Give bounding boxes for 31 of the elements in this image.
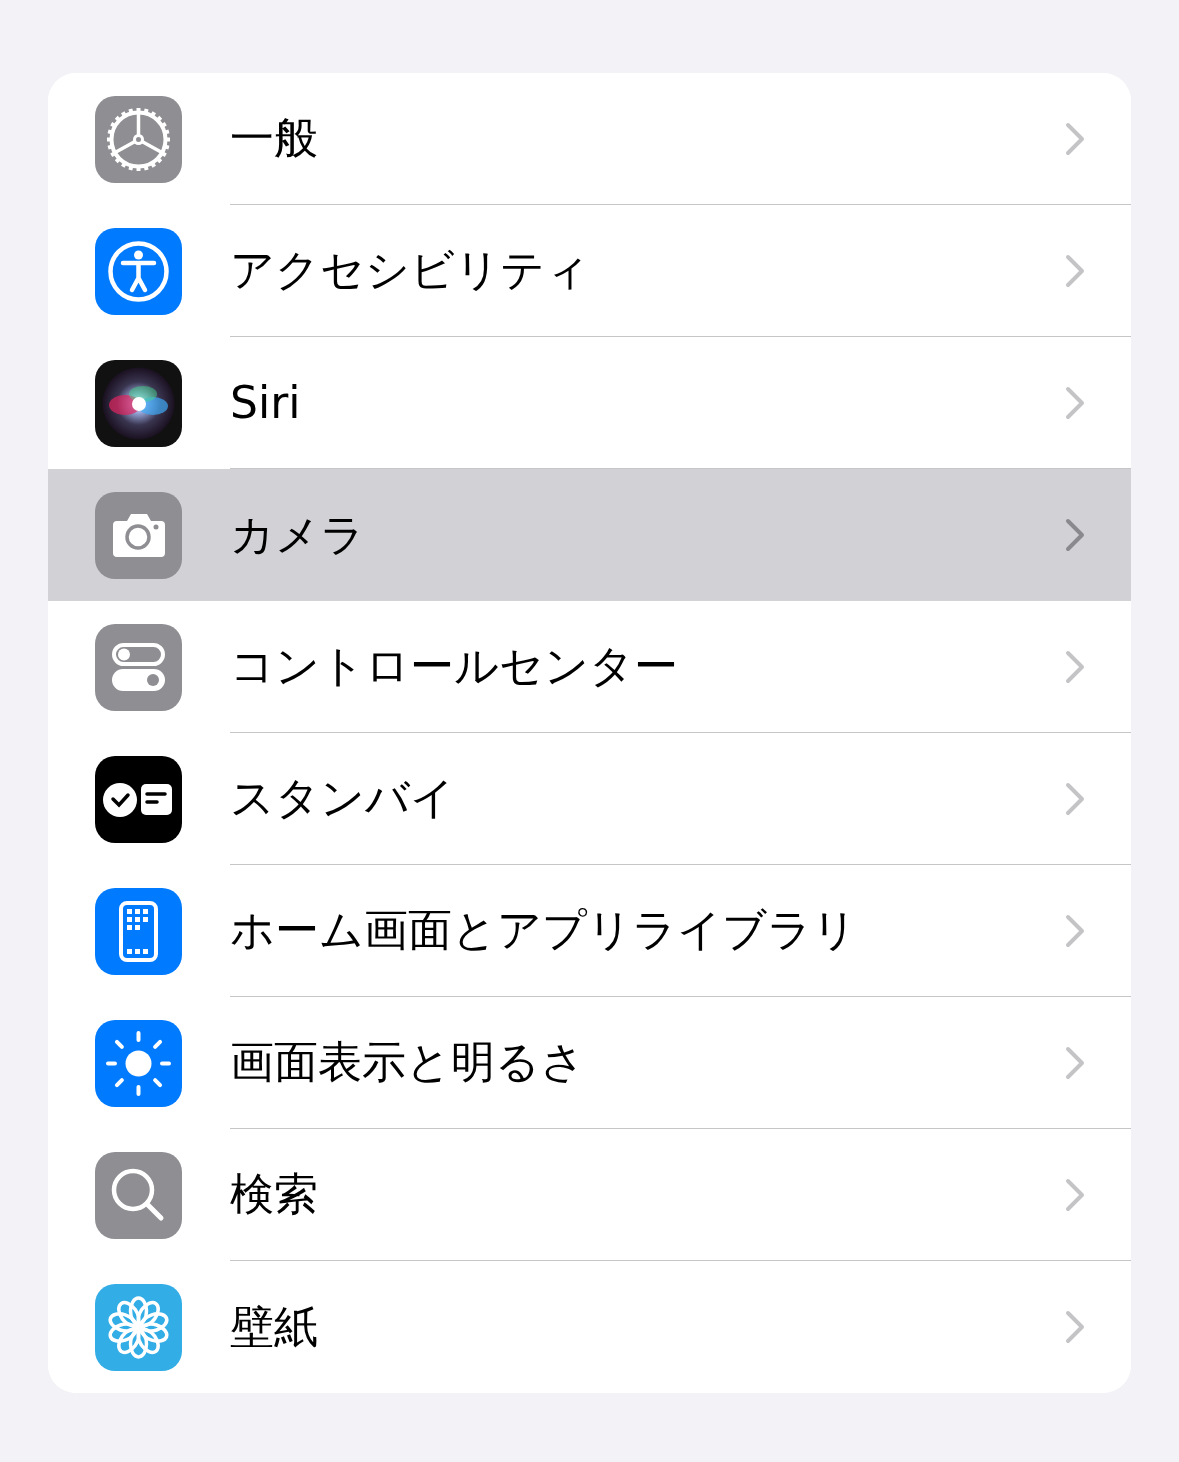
chevron-icon bbox=[1065, 1045, 1085, 1080]
accessibility-icon bbox=[95, 227, 182, 315]
settings-label: カメラ bbox=[230, 507, 366, 562]
search-icon bbox=[95, 1151, 182, 1239]
settings-label: ホーム画面とアプリライブラリ bbox=[230, 903, 858, 957]
gear-icon bbox=[95, 95, 182, 183]
chevron-icon bbox=[1065, 913, 1085, 948]
chevron-icon bbox=[1065, 121, 1085, 156]
flower-icon bbox=[95, 1283, 182, 1371]
clock-widget-icon bbox=[95, 755, 182, 843]
settings-label: アクセシビリティ bbox=[230, 243, 591, 297]
camera-icon bbox=[95, 491, 182, 579]
settings-label: 検索 bbox=[230, 1167, 319, 1221]
settings-label: 一般 bbox=[230, 111, 319, 165]
settings-label: コントロールセンター bbox=[230, 639, 679, 693]
chevron-icon bbox=[1065, 253, 1085, 288]
settings-label: スタンバイ bbox=[230, 771, 456, 825]
chevron-icon bbox=[1065, 649, 1085, 684]
chevron-icon bbox=[1065, 385, 1085, 420]
chevron-icon bbox=[1065, 518, 1085, 552]
chevron-icon bbox=[1065, 781, 1085, 816]
phone-grid-icon bbox=[95, 887, 182, 975]
settings-label: 壁紙 bbox=[230, 1299, 319, 1354]
chevron-icon bbox=[1065, 1310, 1085, 1344]
sun-icon bbox=[95, 1019, 182, 1107]
settings-label: Siri bbox=[230, 377, 302, 428]
chevron-icon bbox=[1065, 1177, 1085, 1212]
settings-label: 画面表示と明るさ bbox=[230, 1035, 586, 1089]
siri-icon bbox=[95, 359, 182, 447]
settings-row[interactable]: カメラ bbox=[48, 469, 1131, 601]
toggles-icon bbox=[95, 623, 182, 711]
